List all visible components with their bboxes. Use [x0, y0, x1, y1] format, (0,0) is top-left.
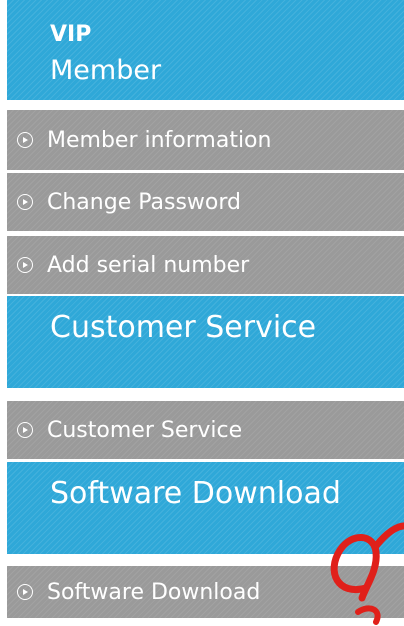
- menu-item-label: Member information: [47, 127, 272, 153]
- software-download-title: Software Download: [50, 476, 341, 511]
- vip-member-header: VIP Member: [7, 0, 404, 100]
- arrow-circle-icon: [17, 257, 33, 273]
- vip-title: VIP: [50, 22, 92, 47]
- arrow-circle-icon: [17, 584, 33, 600]
- menu-item-customer-service[interactable]: Customer Service: [7, 401, 404, 459]
- menu-item-add-serial-number[interactable]: Add serial number: [7, 236, 404, 294]
- software-download-header: Software Download: [7, 462, 404, 554]
- menu-item-change-password[interactable]: Change Password: [7, 173, 404, 231]
- customer-service-title: Customer Service: [50, 310, 317, 345]
- menu-item-member-information[interactable]: Member information: [7, 110, 404, 170]
- menu-item-label: Change Password: [47, 189, 241, 215]
- menu-item-software-download[interactable]: Software Download: [7, 566, 404, 618]
- member-title: Member: [50, 55, 162, 86]
- arrow-circle-icon: [17, 422, 33, 438]
- menu-item-label: Add serial number: [47, 252, 250, 278]
- arrow-circle-icon: [17, 194, 33, 210]
- customer-service-header: Customer Service: [7, 296, 404, 388]
- menu-item-label: Customer Service: [47, 417, 243, 443]
- menu-item-label: Software Download: [47, 579, 261, 605]
- arrow-circle-icon: [17, 132, 33, 148]
